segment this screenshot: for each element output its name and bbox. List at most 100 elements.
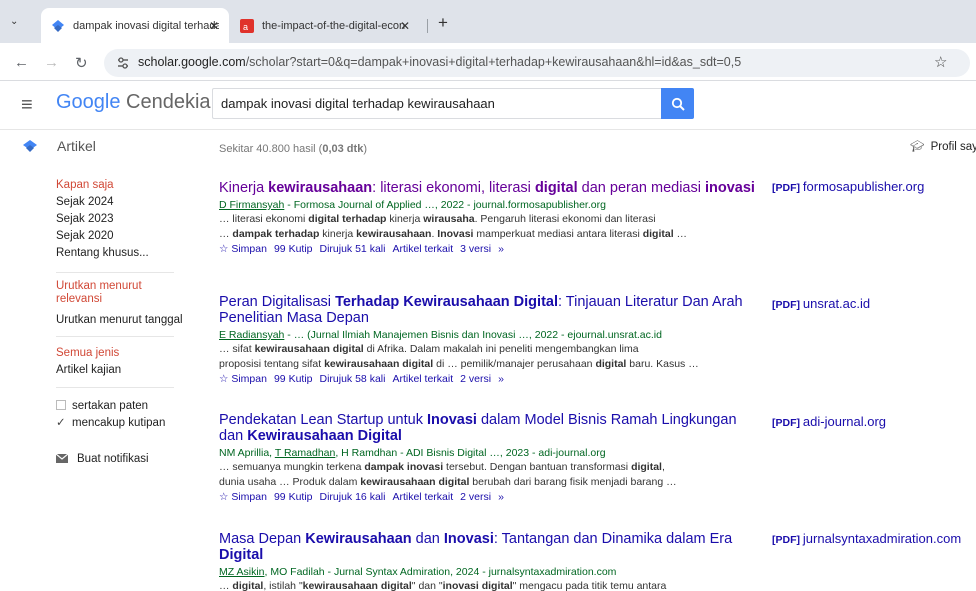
related-articles-link[interactable]: Artikel terkait [392, 373, 453, 385]
related-articles-link-label: Artikel terkait [392, 491, 454, 503]
search-icon [671, 97, 685, 111]
title-text: Kinerja [219, 180, 269, 196]
snippet-highlight: kewirausahaan digital [324, 358, 434, 370]
snippet-highlight: digital [642, 228, 674, 240]
result-snippet: dunia usaha … Produk dalam kewirausahaan… [219, 475, 759, 490]
related-articles-link-label: Artikel terkait [392, 373, 454, 385]
versions-link[interactable]: 3 versi [460, 243, 491, 255]
sort-relevance[interactable]: Urutkan menurut relevansi [56, 280, 156, 306]
cited-by-link[interactable]: Dirujuk 16 kali [320, 491, 386, 503]
search-result: Peran Digitalisasi Terhadap Kewirausahaa… [219, 294, 759, 385]
snippet-text: … [673, 228, 688, 240]
mail-icon [55, 453, 69, 463]
title-highlight: kewirausahaan [268, 180, 373, 196]
more-options-icon[interactable]: » [498, 491, 504, 503]
profile-cap-icon: 🎓︎ [910, 141, 925, 153]
tab-pdf[interactable]: a the-impact-of-the-digital-econ ✕ [230, 8, 420, 43]
result-title-link[interactable]: Masa Depan Kewirausahaan dan Inovasi: Ta… [219, 531, 759, 563]
logo-google: Google [56, 91, 121, 113]
author-profile-link[interactable]: D Firmansyah [219, 199, 284, 211]
snippet-text: . Pengaruh literasi ekonomi dan literasi [474, 213, 656, 225]
filter-any-time[interactable]: Kapan saja [56, 177, 149, 194]
type-all[interactable]: Semua jenis [56, 345, 121, 362]
save-button[interactable]: ☆ Simpan [219, 491, 267, 503]
url-text[interactable]: scholar.google.com/scholar?start=0&q=dam… [138, 55, 741, 69]
bookmark-star-icon[interactable]: ☆ [934, 53, 947, 71]
cite-button[interactable]: 99 Kutip [274, 243, 313, 255]
result-snippet: … literasi ekonomi digital terhadap kine… [219, 212, 759, 227]
pdf-link[interactable]: [PDF] formosapublisher.org [772, 179, 924, 194]
save-button[interactable]: ☆ Simpan [219, 243, 267, 255]
search-result: Masa Depan Kewirausahaan dan Inovasi: Ta… [219, 531, 759, 591]
result-authors: E Radiansyah - … (Jurnal Ilmiah Manajeme… [219, 328, 759, 342]
snippet-highlight: digital [631, 461, 662, 473]
cited-by-link-label: Dirujuk 16 kali [319, 491, 386, 503]
filter-since-2023[interactable]: Sejak 2023 [56, 211, 149, 228]
sort-date[interactable]: Urutkan menurut tanggal [56, 314, 183, 327]
pdf-link[interactable]: [PDF] adi-journal.org [772, 414, 886, 429]
related-articles-link[interactable]: Artikel terkait [392, 491, 453, 503]
site-settings-icon[interactable] [116, 56, 130, 70]
star-icon: ☆ [219, 491, 232, 503]
close-tab-icon[interactable]: ✕ [400, 19, 410, 33]
result-count: Sekitar 40.800 hasil (0,03 dtk) [219, 143, 367, 155]
create-alert-label: Buat notifikasi [77, 453, 149, 465]
cited-by-link[interactable]: Dirujuk 58 kali [320, 373, 386, 385]
menu-icon[interactable]: ≡ [21, 94, 33, 117]
related-articles-link[interactable]: Artikel terkait [392, 243, 453, 255]
cited-by-link[interactable]: Dirujuk 51 kali [320, 243, 386, 255]
back-arrow-icon[interactable]: ← [14, 54, 29, 71]
checkmark-icon[interactable]: ✓ [56, 415, 72, 432]
snippet-text: … literasi ekonomi [219, 213, 309, 225]
author-profile-link[interactable]: MZ Asikin [219, 566, 265, 578]
more-options-icon[interactable]: » [498, 373, 504, 385]
filter-since-2024[interactable]: Sejak 2024 [56, 194, 149, 211]
result-title-link[interactable]: Pendekatan Lean Startup untuk Inovasi da… [219, 412, 759, 444]
cite-button[interactable]: 99 Kutip [274, 373, 313, 385]
reload-icon[interactable]: ↻ [75, 54, 88, 72]
save-button[interactable]: ☆ Simpan [219, 373, 267, 385]
pdf-source: jurnalsyntaxadmiration.com [802, 531, 962, 546]
checkbox-unchecked[interactable] [56, 400, 66, 410]
more-options-icon[interactable]: » [498, 243, 504, 255]
type-filter: Semua jenis Artikel kajian [56, 345, 121, 379]
scholar-logo[interactable]: Google Cendekia [56, 91, 211, 114]
versions-link[interactable]: 2 versi [460, 491, 491, 503]
search-result: Pendekatan Lean Startup untuk Inovasi da… [219, 412, 759, 503]
tab-scholar[interactable]: dampak inovasi digital terhadap ✕ [41, 8, 229, 43]
save-button-label: Simpan [231, 243, 267, 255]
tab-search-icon[interactable]: ⌄ [10, 16, 18, 27]
snippet-highlight: inovasi digital [442, 580, 513, 591]
filter-custom-range[interactable]: Rentang khusus... [56, 245, 149, 262]
search-result: Kinerja kewirausahaan: literasi ekonomi,… [219, 180, 759, 255]
type-review[interactable]: Artikel kajian [56, 362, 121, 379]
result-actions: ☆ Simpan 99 Kutip Dirujuk 58 kali Artikel t… [219, 373, 759, 385]
forward-arrow-icon[interactable]: → [44, 54, 59, 71]
author-profile-link[interactable]: E Radiansyah [219, 329, 284, 341]
author-profile-link[interactable]: T Ramadhan [275, 447, 336, 459]
pdf-link[interactable]: [PDF] jurnalsyntaxadmiration.com [772, 531, 961, 546]
result-title-link[interactable]: Peran Digitalisasi Terhadap Kewirausahaa… [219, 294, 759, 326]
create-alert-link[interactable]: Buat notifikasi [55, 451, 149, 468]
pdf-source: formosapublisher.org [802, 179, 925, 194]
snippet-text: kinerja [319, 228, 357, 240]
snippet-highlight: kewirausahaan [356, 228, 432, 240]
result-title-link[interactable]: Kinerja kewirausahaan: literasi ekonomi,… [219, 180, 759, 196]
filter-since-2020[interactable]: Sejak 2020 [56, 228, 149, 245]
include-citations-option[interactable]: ✓ mencakup kutipan [56, 415, 165, 432]
result-source: - … (Jurnal Ilmiah Manajemen Bisnis dan … [284, 329, 662, 341]
pdf-tag: [PDF] [772, 534, 803, 546]
cite-button[interactable]: 99 Kutip [274, 491, 313, 503]
new-tab-button[interactable]: + [438, 13, 448, 33]
sidebar-divider [56, 272, 174, 273]
section-articles[interactable]: Artikel [57, 138, 96, 154]
include-patents-option[interactable]: sertakan paten [56, 398, 165, 415]
my-profile-link[interactable]: 🎓︎ Profil saya [910, 139, 976, 153]
search-button[interactable] [661, 88, 694, 119]
snippet-text: kinerja [386, 213, 424, 225]
versions-link[interactable]: 2 versi [460, 373, 491, 385]
result-actions: ☆ Simpan 99 Kutip Dirujuk 51 kali Artikel t… [219, 243, 759, 255]
search-query[interactable]: dampak inovasi digital terhadap kewiraus… [221, 96, 495, 111]
close-tab-icon[interactable]: ✕ [209, 19, 219, 33]
pdf-link[interactable]: [PDF] unsrat.ac.id [772, 296, 870, 311]
